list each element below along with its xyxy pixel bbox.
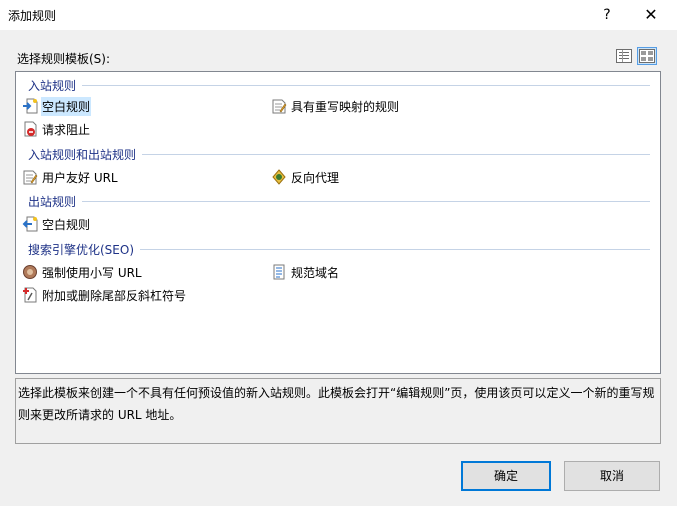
- template-request-blocking[interactable]: 请求阻止: [22, 120, 91, 138]
- canonical-domain-icon: [273, 264, 285, 280]
- list-view-button[interactable]: [614, 47, 634, 65]
- window-title: 添加规则: [8, 9, 57, 23]
- template-description: 选择此模板来创建一个不具有任何预设值的新入站规则。此模板会打开“编辑规则”页，使…: [15, 378, 661, 444]
- enforce-lowercase-url-icon: [23, 265, 37, 279]
- group-header-seo: 搜索引擎优化(SEO): [28, 241, 650, 257]
- title-bar: 添加规则 ? ✕: [0, 0, 677, 30]
- outbound-blank-rule-icon: [22, 216, 38, 232]
- close-button[interactable]: ✕: [640, 4, 662, 26]
- template-inbound-blank-rule[interactable]: 空白规则: [22, 96, 92, 116]
- rule-template-list[interactable]: 入站规则 空白规则 具有重写映射的规则 请求阻止 入站规则和出站规则 用户友好 …: [15, 71, 661, 374]
- group-header-outbound: 出站规则: [28, 193, 650, 209]
- help-button[interactable]: ?: [597, 4, 617, 26]
- template-outbound-blank-rule[interactable]: 空白规则: [22, 215, 91, 233]
- inbound-blank-rule-icon: [23, 98, 38, 114]
- template-enforce-lowercase-url[interactable]: 强制使用小写 URL: [22, 263, 143, 281]
- trailing-slash-icon: [23, 287, 37, 303]
- ok-button[interactable]: 确定: [461, 461, 551, 491]
- user-friendly-url-icon: [23, 170, 38, 185]
- template-user-friendly-url[interactable]: 用户友好 URL: [22, 168, 119, 186]
- template-trailing-slash[interactable]: 附加或删除尾部反斜杠符号: [22, 286, 187, 304]
- cancel-button[interactable]: 取消: [564, 461, 660, 491]
- list-view-icon: [616, 49, 632, 63]
- template-canonical-domain[interactable]: 规范域名: [271, 263, 340, 281]
- rewrite-map-rule-icon: [272, 99, 287, 114]
- group-header-inbound: 入站规则: [28, 77, 650, 93]
- select-template-label: 选择规则模板(S):: [17, 52, 111, 66]
- request-blocking-icon: [24, 121, 37, 137]
- template-reverse-proxy[interactable]: 反向代理: [271, 168, 340, 186]
- group-header-inbound-outbound: 入站规则和出站规则: [28, 146, 650, 162]
- tile-view-icon: [639, 49, 655, 63]
- tile-view-button[interactable]: [637, 47, 657, 65]
- template-rewrite-map-rule[interactable]: 具有重写映射的规则: [271, 97, 400, 115]
- reverse-proxy-icon: [272, 169, 286, 185]
